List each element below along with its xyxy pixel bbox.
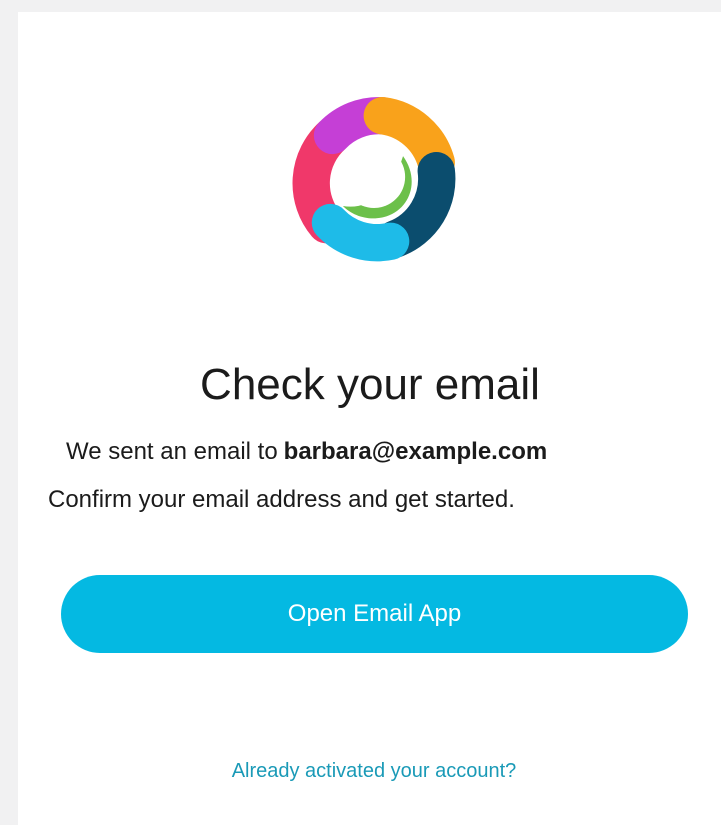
sent-prefix: We sent an email to xyxy=(66,438,278,465)
instruction-text: Confirm your email address and get start… xyxy=(48,486,515,513)
already-activated-link[interactable]: Already activated your account? xyxy=(0,758,721,784)
open-email-app-button[interactable]: Open Email App xyxy=(61,575,688,653)
page-title: Check your email xyxy=(200,360,540,409)
webex-logo-icon xyxy=(292,97,456,262)
email-address: barbara@example.com xyxy=(283,438,548,465)
sent-message: We sent an email to barbara@example.com xyxy=(66,437,547,467)
